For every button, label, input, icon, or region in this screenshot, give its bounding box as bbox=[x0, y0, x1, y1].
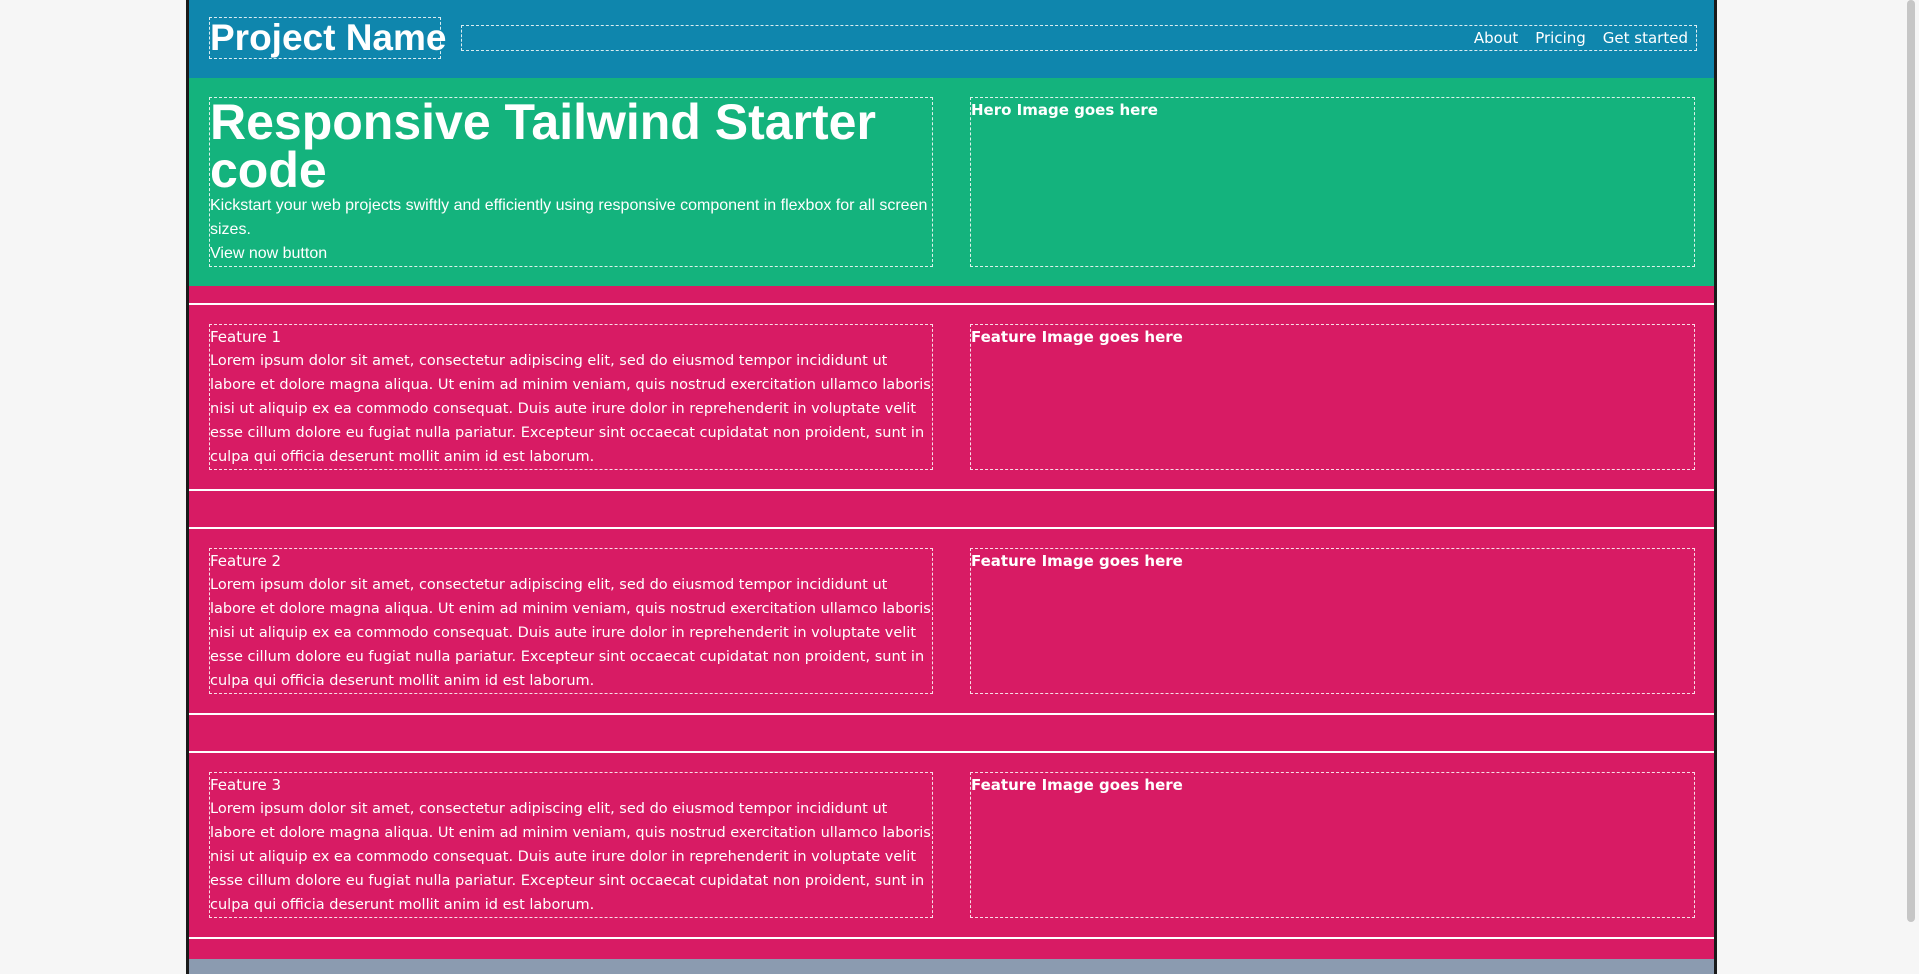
nav-link-get-started[interactable]: Get started bbox=[1603, 29, 1688, 47]
hero-section: Responsive Tailwind Starter code Kicksta… bbox=[189, 78, 1714, 286]
feature-section-3: Feature 3 Lorem ipsum dolor sit amet, co… bbox=[189, 751, 1714, 939]
vertical-scrollbar[interactable] bbox=[1907, 0, 1915, 922]
feature-image-placeholder: Feature Image goes here bbox=[970, 324, 1695, 470]
feature-title: Feature 1 bbox=[210, 328, 281, 346]
site-header: Project Name About Pricing Get started bbox=[189, 0, 1714, 78]
feature-text-block: Feature 3 Lorem ipsum dolor sit amet, co… bbox=[209, 772, 933, 918]
hero-description: Kickstart your web projects swiftly and … bbox=[210, 197, 928, 238]
feature-title: Feature 2 bbox=[210, 552, 281, 570]
site-footer bbox=[189, 959, 1714, 974]
feature-title: Feature 3 bbox=[210, 776, 281, 794]
hero-text-block: Responsive Tailwind Starter code Kicksta… bbox=[209, 97, 933, 267]
main-nav: About Pricing Get started bbox=[461, 25, 1697, 51]
feature-image-placeholder: Feature Image goes here bbox=[970, 772, 1695, 918]
nav-link-about[interactable]: About bbox=[1474, 29, 1518, 47]
feature-image-placeholder: Feature Image goes here bbox=[970, 548, 1695, 694]
feature-body: Lorem ipsum dolor sit amet, consectetur … bbox=[210, 353, 931, 465]
feature-section-2: Feature 2 Lorem ipsum dolor sit amet, co… bbox=[189, 527, 1714, 715]
hero-image-placeholder: Hero Image goes here bbox=[970, 97, 1695, 267]
nav-link-pricing[interactable]: Pricing bbox=[1535, 29, 1586, 47]
feature-text-block: Feature 1 Lorem ipsum dolor sit amet, co… bbox=[209, 324, 933, 470]
brand-logo-text[interactable]: Project Name bbox=[209, 17, 447, 59]
view-now-button[interactable]: View now button bbox=[210, 242, 932, 266]
feature-body: Lorem ipsum dolor sit amet, consectetur … bbox=[210, 577, 931, 689]
hero-title: Responsive Tailwind Starter code bbox=[210, 94, 876, 198]
page-container: Project Name About Pricing Get started R… bbox=[186, 0, 1717, 974]
feature-section-1: Feature 1 Lorem ipsum dolor sit amet, co… bbox=[189, 303, 1714, 491]
feature-text-block: Feature 2 Lorem ipsum dolor sit amet, co… bbox=[209, 548, 933, 694]
feature-body: Lorem ipsum dolor sit amet, consectetur … bbox=[210, 801, 931, 913]
